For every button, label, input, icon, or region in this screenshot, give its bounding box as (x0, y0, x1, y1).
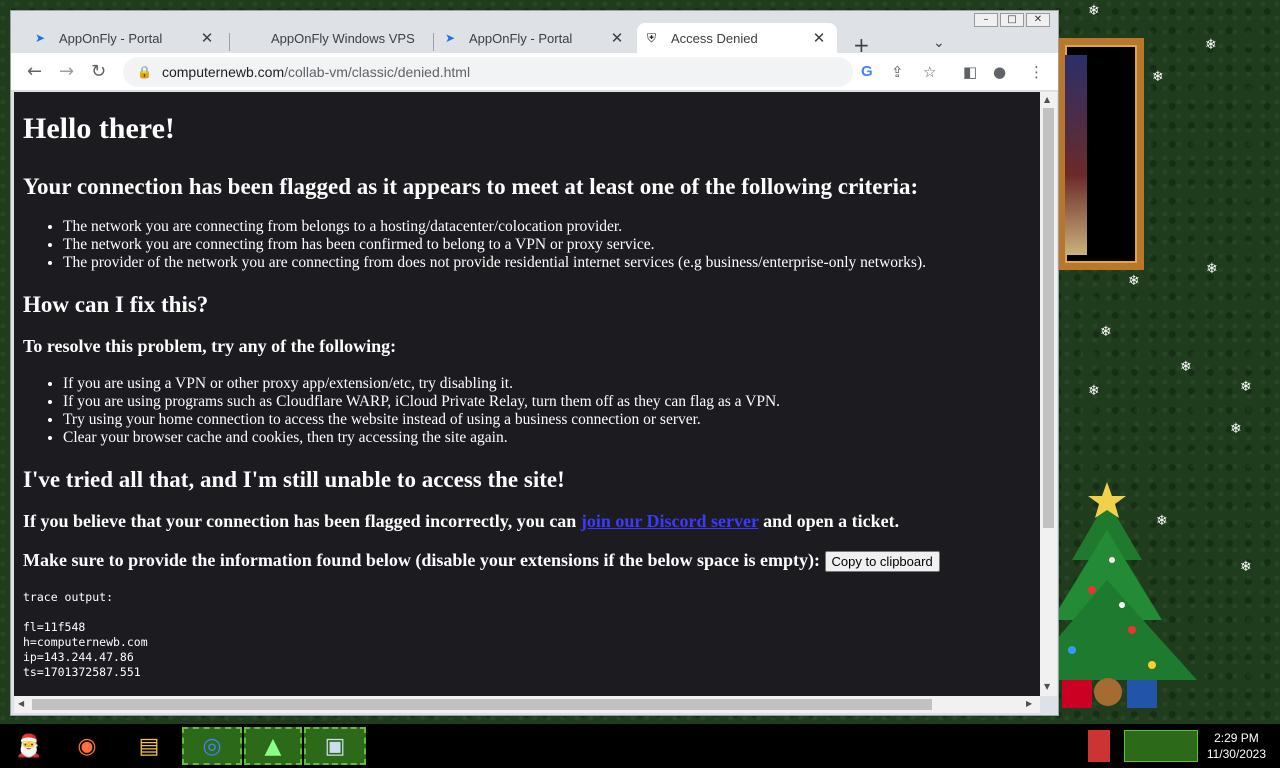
scroll-down-icon[interactable]: ▼ (1044, 682, 1050, 691)
snowflake-icon: ❄ (1088, 3, 1100, 19)
tab-apponfly-windows-vps[interactable]: AppOnFly Windows VPS (233, 23, 433, 53)
list-item: If you are using a VPN or other proxy ap… (63, 375, 1031, 393)
snowflake-icon: ❄ (1230, 421, 1242, 437)
tab-title: AppOnFly - Portal (59, 30, 163, 46)
reload-button[interactable]: ↻ (91, 61, 106, 82)
browser-window: – □ ✕ ➤ AppOnFly - Portal ✕ AppOnFly Win… (10, 10, 1059, 716)
discord-link[interactable]: join our Discord server (581, 511, 759, 531)
tab-strip: ➤ AppOnFly - Portal ✕ AppOnFly Windows V… (11, 19, 1058, 57)
close-tab-icon[interactable]: ✕ (609, 29, 625, 47)
incorrect-prefix: If you believe that your connection has … (23, 511, 577, 531)
scrollbar-thumb[interactable] (32, 699, 932, 710)
horizontal-scrollbar[interactable]: ◀ ▶ (14, 696, 1040, 713)
snowflake-icon: ❄ (1206, 261, 1218, 277)
resolve-heading: To resolve this problem, try any of the … (23, 336, 397, 356)
snowflake-icon: ❄ (1128, 273, 1140, 289)
snowflake-icon: ❄ (1205, 37, 1217, 53)
menu-kebab-icon[interactable]: ⋮ (1029, 63, 1044, 81)
christmas-tree-app-icon[interactable]: ▲ (244, 727, 302, 765)
clock-time: 2:29 PM (1214, 731, 1259, 745)
copy-to-clipboard-button[interactable]: Copy to clipboard (824, 551, 940, 573)
flagged-heading: Your connection has been flagged as it a… (23, 174, 919, 199)
address-bar[interactable]: 🔒 computernewb.com/collab-vm/classic/den… (123, 57, 853, 87)
fix-heading: How can I fix this? (23, 292, 209, 317)
google-icon[interactable]: G (861, 63, 873, 80)
taskbar-clock[interactable]: 2:29 PM 11/30/2023 (1207, 730, 1266, 762)
snowflake-icon: ❄ (1180, 359, 1192, 375)
back-button[interactable]: ← (27, 61, 42, 82)
taskbar: 🎅 ◉ ▤ ◎ ▲ ▣ 2:29 PM 11/30/2023 (0, 724, 1280, 768)
tried-heading: I've tried all that, and I'm still unabl… (23, 467, 565, 492)
system-tray-icons[interactable] (1124, 730, 1198, 762)
incorrect-flag-paragraph: If you believe that your connection has … (23, 511, 1031, 532)
info-text: Make sure to provide the information fou… (23, 550, 821, 570)
snowflake-icon: ❄ (1100, 324, 1112, 340)
snowflake-icon: ❄ (1240, 379, 1252, 395)
apponfly-favicon-icon: ➤ (445, 31, 456, 45)
tab-title: AppOnFly Windows VPS (271, 30, 415, 46)
clock-date: 11/30/2023 (1206, 747, 1266, 761)
tray-flag-icon[interactable] (1088, 730, 1110, 762)
picture-frame (1058, 38, 1144, 270)
trace-output: trace output: fl=11f548 h=computernewb.c… (23, 590, 148, 680)
santa-start-button-icon[interactable]: 🎅 (4, 727, 54, 765)
side-panel-icon[interactable]: ◧ (963, 63, 977, 81)
snowflake-icon: ❄ (1240, 559, 1252, 575)
firefox-icon[interactable]: ◉ (62, 727, 112, 765)
list-item: Try using your home connection to access… (63, 411, 1031, 429)
url-host: computernewb.com (161, 64, 285, 80)
lock-icon: 🔒 (137, 65, 152, 79)
tab-apponfly-portal-2[interactable]: ➤ AppOnFly - Portal ✕ (435, 23, 635, 53)
tab-title: AppOnFly - Portal (469, 30, 573, 46)
page-content: Hello there! Your connection has been fl… (14, 92, 1040, 696)
scroll-left-icon[interactable]: ◀ (18, 699, 24, 708)
scroll-right-icon[interactable]: ▶ (1026, 699, 1032, 708)
file-explorer-icon[interactable]: ▤ (124, 727, 174, 765)
list-item: Clear your browser cache and cookies, th… (63, 429, 1031, 447)
info-paragraph: Make sure to provide the information fou… (23, 550, 1031, 573)
fixes-list: If you are using a VPN or other proxy ap… (63, 375, 1031, 447)
page-title: Hello there! (23, 112, 175, 145)
profile-avatar-icon[interactable]: ● (993, 63, 1006, 81)
apponfly-favicon-icon: ➤ (35, 31, 46, 45)
vertical-scrollbar[interactable]: ▲ ▼ (1040, 92, 1057, 696)
snowflake-icon: ❄ (1088, 383, 1100, 399)
tab-access-denied[interactable]: ⛨ Access Denied ✕ (637, 23, 837, 53)
browser-toolbar: ← → ↻ 🔒 computernewb.com/collab-vm/class… (11, 53, 1058, 91)
shield-favicon-icon: ⛨ (647, 30, 657, 45)
incorrect-suffix: and open a ticket. (763, 511, 900, 531)
url-path: /collab-vm/classic/denied.html (284, 64, 471, 80)
forward-button[interactable]: → (59, 61, 74, 82)
criteria-list: The network you are connecting from belo… (63, 218, 1031, 272)
list-item: The network you are connecting from has … (63, 236, 1031, 254)
scrollbar-thumb[interactable] (1043, 108, 1054, 528)
chrome-icon[interactable]: ◎ (182, 727, 242, 765)
snowflake-icon: ❄ (1152, 69, 1164, 85)
tab-search-chevron-icon[interactable]: ⌄ (933, 35, 945, 51)
bookmark-star-icon[interactable]: ☆ (923, 63, 936, 81)
list-item: The network you are connecting from belo… (63, 218, 1031, 236)
list-item: If you are using programs such as Cloudf… (63, 393, 1031, 411)
tab-apponfly-portal-1[interactable]: ➤ AppOnFly - Portal ✕ (25, 23, 225, 53)
share-icon[interactable]: ⇪ (891, 63, 904, 81)
tab-title: Access Denied (671, 30, 758, 46)
close-tab-icon[interactable]: ✕ (199, 29, 215, 47)
list-item: The provider of the network you are conn… (63, 254, 1031, 272)
remote-desktop-icon[interactable]: ▣ (304, 727, 366, 765)
scroll-up-icon[interactable]: ▲ (1044, 95, 1050, 104)
close-tab-icon[interactable]: ✕ (811, 29, 827, 47)
